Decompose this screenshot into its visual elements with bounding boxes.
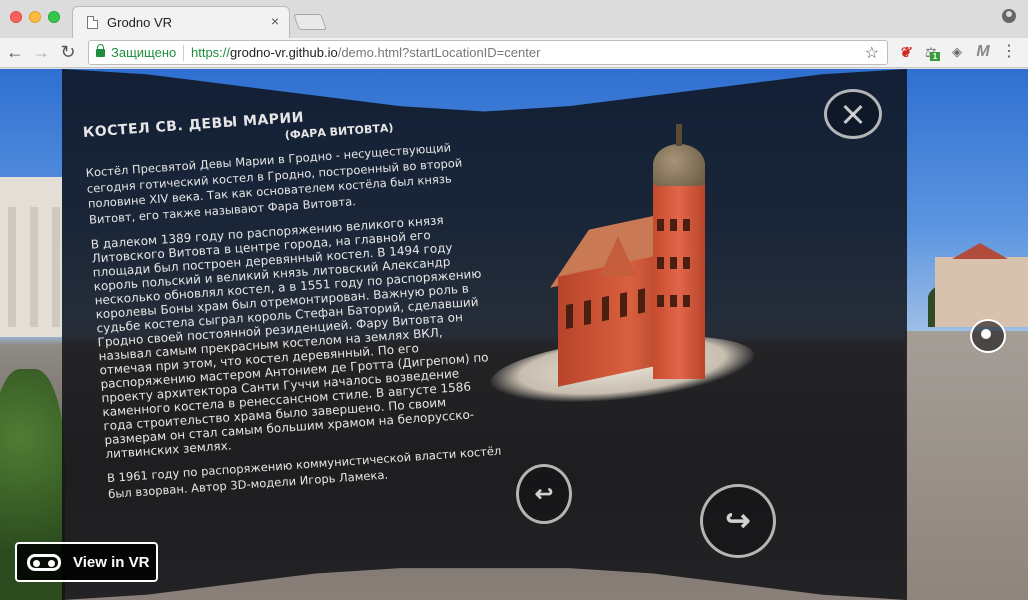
url-path: /demo.html?startLocationID=center (337, 45, 541, 60)
background-building-left (0, 177, 62, 337)
vr-headset-icon (27, 554, 61, 571)
address-separator (183, 45, 184, 61)
model-tower (653, 179, 705, 379)
url-text[interactable]: https://grodno-vr.github.io/demo.html?st… (191, 45, 540, 60)
location-hotspot[interactable] (970, 319, 1006, 353)
m-extension-icon[interactable]: M (974, 43, 992, 61)
browser-titlebar: Grodno VR × (0, 0, 1028, 38)
back-arrow-icon: ↩ (534, 481, 554, 506)
forward-button[interactable]: → (30, 41, 52, 63)
address-bar[interactable]: Защищено https://grodno-vr.github.io/dem… (88, 40, 888, 65)
background-square (905, 331, 1028, 600)
view-in-vr-button[interactable]: View in VR (15, 542, 158, 582)
browser-tab[interactable]: Grodno VR × (72, 6, 290, 38)
close-panel-button[interactable] (824, 89, 882, 139)
info-text: КОСТЕЛ СВ. ДЕВЫ МАРИИ (ФАРА ВИТОВТА) Кос… (82, 91, 508, 502)
history-paragraph: В далеком 1389 году по распоряжению вели… (90, 213, 489, 462)
url-host: grodno-vr.github.io (230, 45, 338, 60)
url-protocol: https:// (191, 45, 231, 60)
model-spire (676, 124, 682, 146)
reload-button[interactable]: ↻ (57, 41, 79, 63)
church-3d-model[interactable] (487, 124, 760, 414)
secure-label: Защищено (111, 45, 177, 60)
vr-viewport[interactable]: КОСТЕЛ СВ. ДЕВЫ МАРИИ (ФАРА ВИТОВТА) Кос… (0, 69, 1028, 600)
next-button[interactable]: ↪ (700, 484, 776, 558)
background-building-right (935, 257, 1028, 327)
back-button[interactable]: ← (4, 41, 26, 63)
previous-button[interactable]: ↩ (516, 464, 572, 524)
extension-icon-badge[interactable]: ⚖1 (922, 43, 940, 61)
shield-extension-icon[interactable]: ◈ (948, 43, 966, 61)
maximize-window-button[interactable] (48, 11, 60, 23)
extension-badge: 1 (930, 52, 940, 61)
browser-toolbar: ← → ↻ Защищено https://grodno-vr.github.… (0, 38, 1028, 68)
extension-icon-red[interactable]: ❦ (896, 43, 914, 61)
close-window-button[interactable] (10, 11, 22, 23)
page-icon (87, 16, 98, 29)
profile-icon[interactable] (1002, 9, 1016, 23)
lock-icon (96, 44, 105, 57)
tab-title: Grodno VR (107, 15, 173, 30)
view-in-vr-label: View in VR (73, 554, 150, 571)
forward-arrow-icon: ↪ (725, 504, 751, 538)
minimize-window-button[interactable] (29, 11, 41, 23)
browser-menu-icon[interactable]: ⋮ (1000, 43, 1018, 61)
tab-close-icon[interactable]: × (271, 13, 279, 29)
model-dome (653, 144, 705, 186)
new-tab-button[interactable] (293, 14, 327, 30)
bookmark-star-icon[interactable]: ☆ (865, 43, 879, 63)
